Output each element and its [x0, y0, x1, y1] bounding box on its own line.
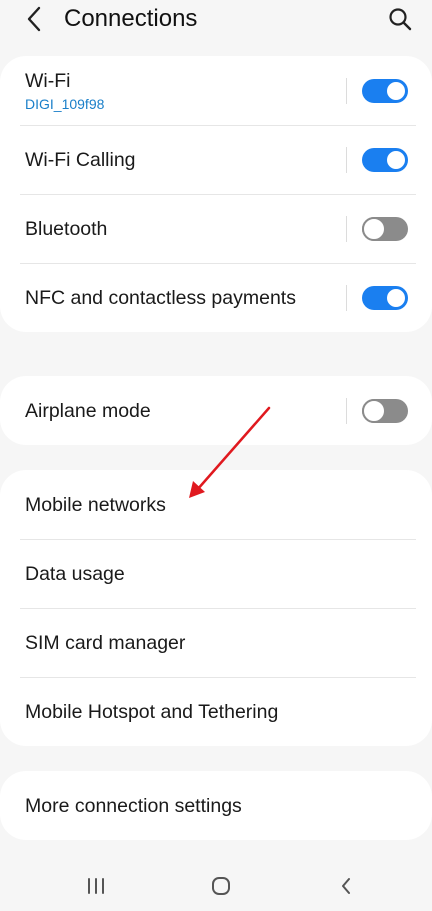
top-app-bar: Connections — [0, 0, 432, 42]
row-label: Bluetooth — [25, 217, 108, 240]
row-label: Wi-Fi Calling — [25, 148, 136, 171]
search-icon — [389, 8, 412, 31]
connections-card-primary: Wi-Fi DIGI_109f98 Wi-Fi Calling Bluetoot… — [0, 56, 432, 332]
bluetooth-toggle[interactable] — [362, 217, 408, 241]
connections-card-airplane: Airplane mode — [0, 376, 432, 445]
nav-back-button[interactable] — [331, 874, 361, 898]
wifi-toggle[interactable] — [362, 79, 408, 103]
row-label: Wi-Fi — [25, 69, 71, 92]
home-icon — [212, 877, 230, 895]
list-item-mobile-networks[interactable]: Mobile networks — [0, 470, 432, 539]
list-item-mobile-hotspot[interactable]: Mobile Hotspot and Tethering — [0, 677, 432, 746]
recents-button[interactable] — [81, 874, 111, 898]
airplane-mode-toggle[interactable] — [362, 399, 408, 423]
row-label: NFC and contactless payments — [25, 286, 296, 309]
nfc-toggle[interactable] — [362, 286, 408, 310]
toggle-knob — [385, 149, 407, 171]
system-navigation-bar — [0, 862, 432, 911]
wifi-calling-toggle[interactable] — [362, 148, 408, 172]
row-label: Data usage — [25, 562, 125, 585]
connections-card-more: More connection settings — [0, 771, 432, 840]
row-label: Mobile networks — [25, 493, 166, 516]
row-text: Wi-Fi DIGI_109f98 — [25, 69, 104, 113]
wifi-network-name: DIGI_109f98 — [25, 95, 105, 112]
toggle-knob — [385, 80, 407, 102]
connections-card-mobile: Mobile networks Data usage SIM card mana… — [0, 470, 432, 746]
back-button[interactable] — [20, 4, 48, 34]
list-item-wifi[interactable]: Wi-Fi DIGI_109f98 — [0, 56, 432, 125]
list-item-nfc[interactable]: NFC and contactless payments — [0, 263, 432, 332]
divider — [346, 216, 347, 242]
search-button[interactable] — [386, 4, 414, 34]
toggle-knob — [362, 399, 386, 423]
list-item-more-connection-settings[interactable]: More connection settings — [0, 771, 432, 840]
back-icon — [342, 878, 350, 894]
recents-icon — [88, 878, 104, 894]
chevron-left-icon — [27, 6, 41, 32]
list-item-data-usage[interactable]: Data usage — [0, 539, 432, 608]
row-label: Airplane mode — [25, 399, 151, 422]
list-item-sim-card-manager[interactable]: SIM card manager — [0, 608, 432, 677]
home-button[interactable] — [206, 874, 236, 898]
list-item-wifi-calling[interactable]: Wi-Fi Calling — [0, 125, 432, 194]
divider — [346, 147, 347, 173]
list-item-bluetooth[interactable]: Bluetooth — [0, 194, 432, 263]
page-title: Connections — [64, 5, 198, 32]
row-label: Mobile Hotspot and Tethering — [25, 700, 279, 723]
divider — [346, 285, 347, 311]
toggle-knob — [385, 287, 407, 309]
divider — [346, 398, 347, 424]
row-label: More connection settings — [25, 794, 242, 817]
row-label: SIM card manager — [25, 631, 186, 654]
list-item-airplane-mode[interactable]: Airplane mode — [0, 376, 432, 445]
divider — [346, 78, 347, 104]
toggle-knob — [362, 217, 386, 241]
